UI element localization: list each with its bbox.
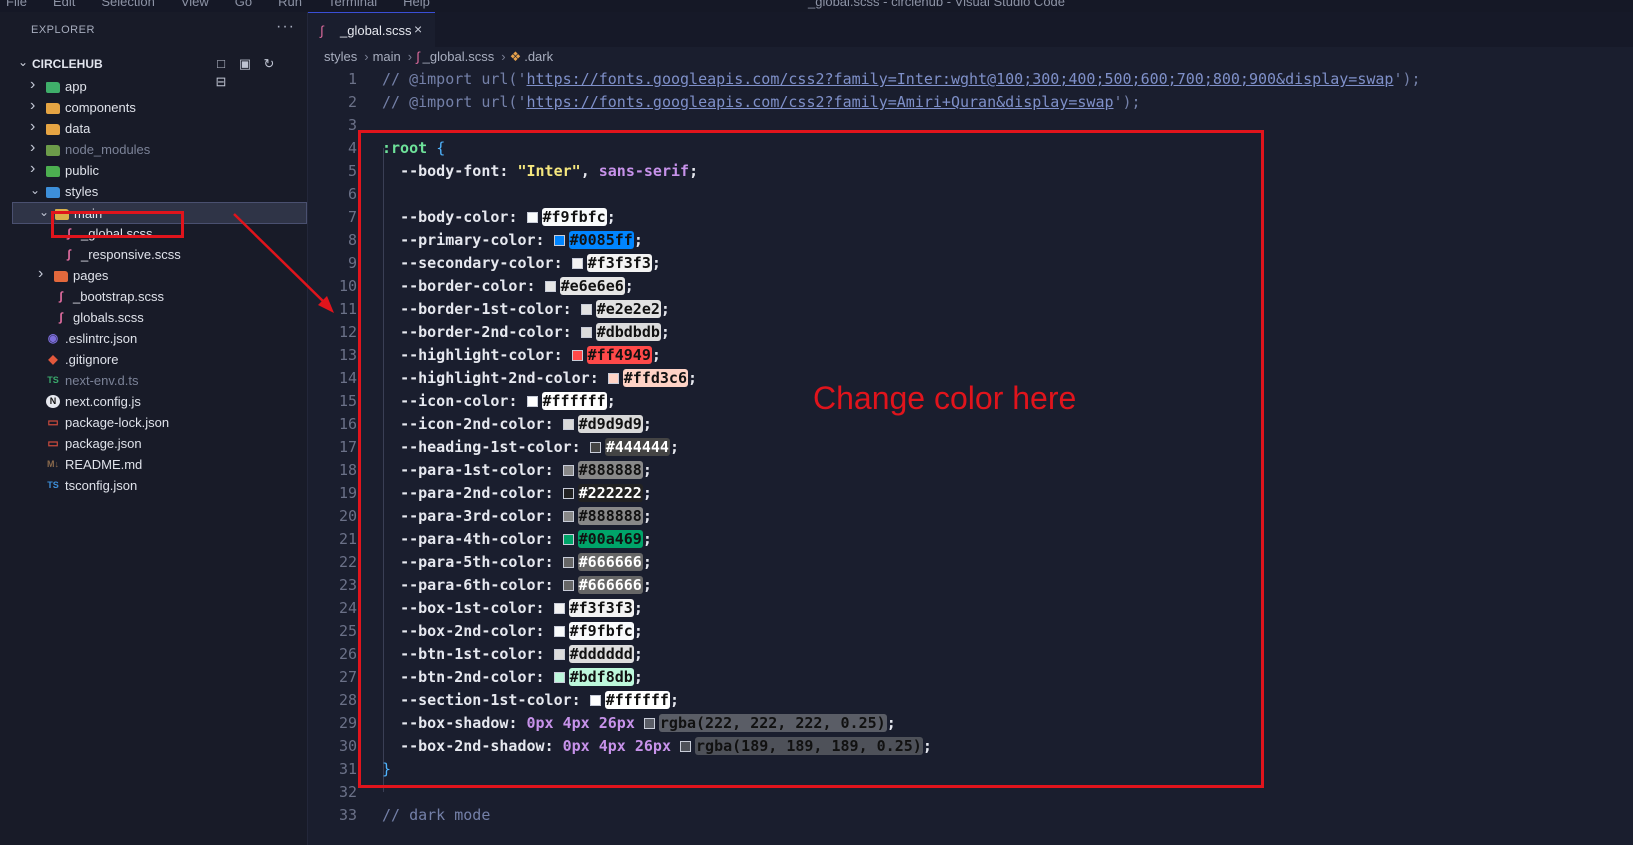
annotation-text: Change color here <box>813 380 1077 416</box>
annotation-arrow <box>233 213 334 313</box>
